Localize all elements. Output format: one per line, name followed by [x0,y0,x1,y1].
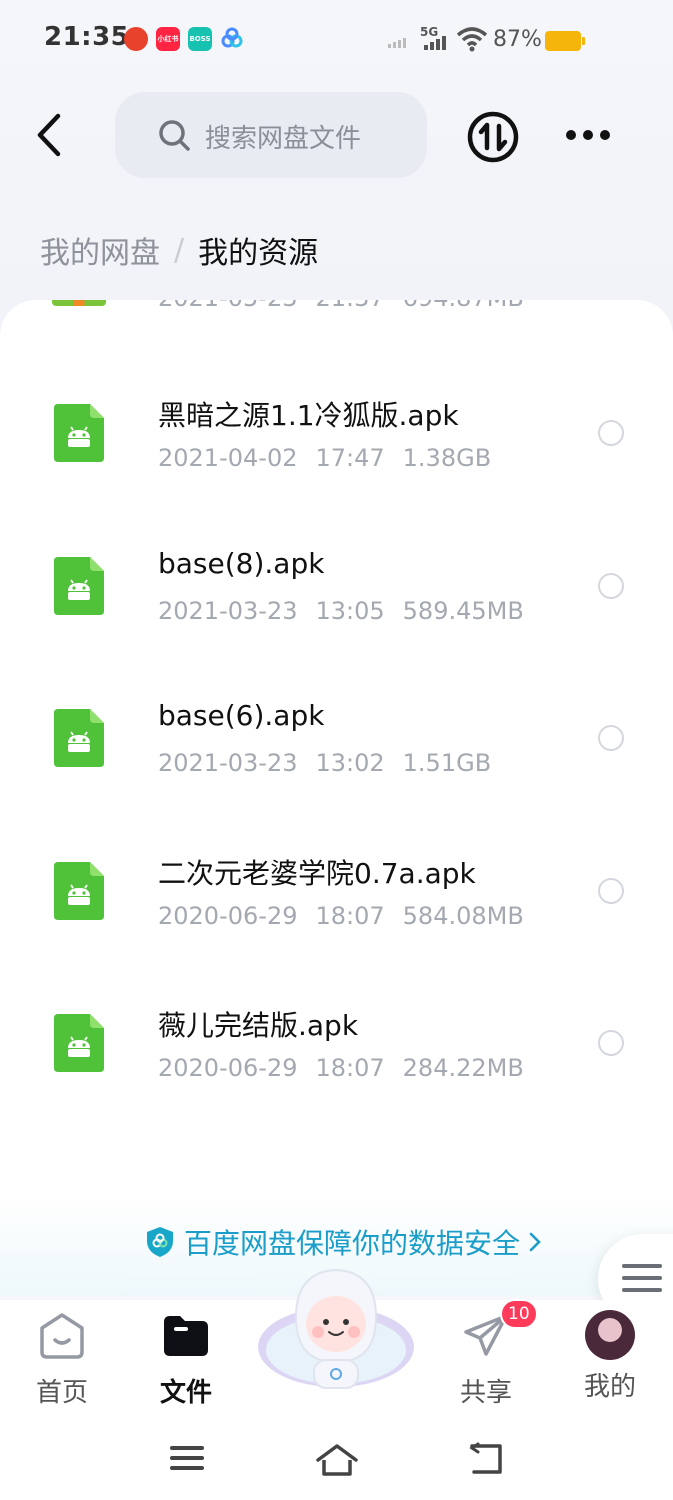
file-time: 21:37 [315,300,384,312]
tab-home-label: 首页 [35,1378,88,1408]
apk-file-icon [54,404,104,462]
file-date: 2020-06-29 [158,902,298,930]
transfer-icon [467,111,519,163]
file-select-checkbox[interactable] [598,878,624,904]
file-meta: 2021-04-02 17:47 1.38GB [158,444,509,472]
battery-icon [545,31,585,51]
apk-file-icon [54,1014,104,1072]
more-dot-icon [583,130,593,140]
mascot-assistant-button[interactable] [256,1262,416,1392]
app-notification-icon [124,27,148,51]
top-bar: 搜索网盘文件 [0,92,673,178]
file-date: 2021-03-23 [158,749,298,777]
file-row[interactable]: 二次元老婆学院0.7a.apk 2020-06-29 18:07 584.08MB [0,838,673,990]
recent-apps-icon[interactable] [168,1442,206,1474]
file-size: 589.45MB [402,597,524,625]
file-row-partial[interactable]: 2021-05-23 21:37 694.87MB [0,300,673,342]
status-time: 21:35 [44,22,130,52]
apk-file-icon [54,709,104,767]
back-button[interactable] [30,110,70,160]
breadcrumb: 我的网盘 / 我的资源 [40,228,318,272]
tab-home[interactable]: 首页 [17,1310,107,1409]
file-row[interactable]: base(8).apk 2021-03-23 13:05 589.45MB [0,533,673,685]
battery-percent: 87% [493,27,542,52]
file-name: base(8).apk [158,547,325,580]
file-time: 18:07 [315,1054,385,1082]
file-meta: 2021-05-23 21:37 694.87MB [158,300,542,312]
file-meta: 2021-03-23 13:02 1.51GB [158,749,509,777]
file-list: 2021-05-23 21:37 694.87MB 黑暗之源1.1冷狐版.apk 2… [0,300,673,1200]
menu-icon [622,1264,662,1300]
more-dot-icon [600,130,610,140]
apk-file-icon [54,862,104,920]
file-time: 13:02 [315,749,385,777]
file-row[interactable]: 薇儿完结版.apk 2020-06-29 18:07 284.22MB [0,990,673,1142]
search-placeholder: 搜索网盘文件 [205,124,362,154]
breadcrumb-root[interactable]: 我的网盘 [40,228,160,272]
file-size: 694.87MB [403,300,524,312]
avatar [585,1310,635,1360]
file-select-checkbox[interactable] [598,1030,624,1056]
file-date: 2021-05-23 [158,300,297,312]
file-type-icon [52,300,106,306]
file-select-checkbox[interactable] [598,420,624,446]
search-input[interactable]: 搜索网盘文件 [115,92,427,178]
xiaohongshu-icon: 小红书 [156,27,180,51]
file-date: 2021-04-02 [158,444,298,472]
wifi-icon [456,27,488,52]
file-name: 薇儿完结版.apk [158,1009,359,1042]
file-row[interactable]: 黑暗之源1.1冷狐版.apk 2021-04-02 17:47 1.38GB [0,380,673,532]
apk-file-icon [54,557,104,615]
status-app-icons: 小红书 BOSS [124,27,244,51]
file-time: 18:07 [315,902,385,930]
home-nav-icon[interactable] [314,1442,360,1478]
tab-files-label: 文件 [159,1378,212,1408]
file-date: 2020-06-29 [158,1054,298,1082]
breadcrumb-current: 我的资源 [198,236,319,271]
file-size: 284.22MB [402,1054,524,1082]
shield-icon [147,1227,173,1257]
share-notification-badge: 10 [500,1299,538,1329]
transfer-list-button[interactable] [466,110,520,164]
more-dot-icon [566,130,576,140]
more-options-button[interactable] [566,130,610,142]
tab-me[interactable]: 我的 [565,1310,655,1403]
file-meta: 2021-03-23 13:05 589.45MB [158,597,542,625]
system-navigation-bar [0,1420,673,1500]
search-icon [159,120,190,151]
file-select-checkbox[interactable] [598,725,624,751]
file-time: 17:47 [315,444,385,472]
tab-files[interactable]: 文件 [141,1310,231,1409]
folder-icon [164,1316,208,1356]
home-icon [40,1313,84,1359]
tab-me-label: 我的 [583,1372,636,1402]
tab-share-label: 共享 [459,1378,512,1408]
file-date: 2021-03-23 [158,597,298,625]
status-bar: 21:35 小红书 BOSS 5G 87% [0,0,673,80]
file-meta: 2020-06-29 18:07 584.08MB [158,902,542,930]
file-name: 二次元老婆学院0.7a.apk [158,857,476,890]
file-size: 1.51GB [402,749,492,777]
back-arrow-icon [37,113,61,157]
chevron-right-icon [529,1232,541,1252]
security-banner-link[interactable]: 百度网盘保障你的数据安全 [146,1222,542,1262]
security-banner-text: 百度网盘保障你的数据安全 [184,1227,521,1260]
back-nav-icon[interactable] [466,1442,506,1476]
breadcrumb-separator: / [174,232,185,268]
file-meta: 2020-06-29 18:07 284.22MB [158,1054,542,1082]
file-size: 584.08MB [402,902,524,930]
file-row[interactable]: base(6).apk 2021-03-23 13:02 1.51GB [0,685,673,837]
file-size: 1.38GB [402,444,492,472]
boss-icon: BOSS [188,27,212,51]
mascot-icon [258,1268,414,1389]
file-name: base(6).apk [158,699,325,732]
baidu-netdisk-icon [220,27,244,51]
signal-icon [424,36,446,50]
file-time: 13:05 [315,597,385,625]
signal-weak-icon [388,38,406,48]
file-name: 黑暗之源1.1冷狐版.apk [158,399,459,432]
file-select-checkbox[interactable] [598,573,624,599]
